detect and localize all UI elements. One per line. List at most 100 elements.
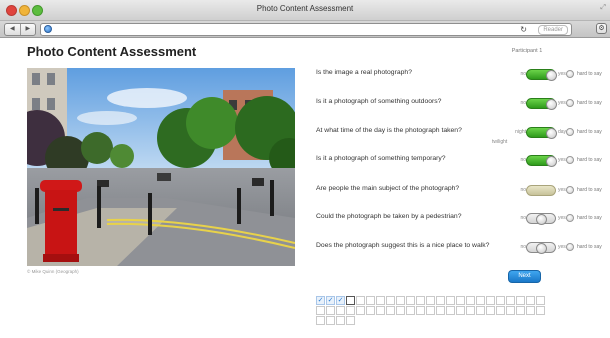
progress-cell bbox=[356, 306, 365, 315]
question-row: Could the photograph be taken by a pedes… bbox=[316, 212, 610, 226]
toggle-knob[interactable] bbox=[546, 70, 557, 81]
window-title: Photo Content Assessment bbox=[256, 4, 354, 13]
progress-cell bbox=[346, 296, 355, 305]
reload-icon[interactable]: ↻ bbox=[520, 24, 527, 35]
progress-cell bbox=[406, 306, 415, 315]
progress-cell bbox=[426, 296, 435, 305]
progress-cell bbox=[456, 306, 465, 315]
hard-to-say-label: hard to say bbox=[577, 187, 602, 193]
nav-buttons: ◀ ▶ bbox=[4, 23, 36, 36]
option-left-label: night bbox=[515, 129, 526, 135]
reader-button[interactable]: Reader bbox=[538, 25, 568, 35]
assessment-photo bbox=[27, 68, 295, 266]
answer-toggle[interactable] bbox=[526, 127, 557, 139]
answer-toggle-group: night day twilight bbox=[492, 126, 566, 145]
hard-to-say-label: hard to say bbox=[577, 157, 602, 163]
toggle-knob[interactable] bbox=[546, 128, 557, 139]
progress-cell bbox=[376, 306, 385, 315]
progress-cell bbox=[336, 306, 345, 315]
question-text: At what time of the day is the photograp… bbox=[316, 127, 462, 134]
question-row: Is it a photograph of something temporar… bbox=[316, 154, 610, 168]
hard-to-say-label: hard to say bbox=[577, 71, 602, 77]
hard-to-say-radio[interactable] bbox=[566, 99, 574, 107]
answer-toggle[interactable] bbox=[526, 242, 556, 254]
toggle-knob[interactable] bbox=[546, 156, 557, 167]
progress-cell bbox=[506, 306, 515, 315]
toggle-knob[interactable] bbox=[536, 243, 547, 254]
progress-cell bbox=[456, 296, 465, 305]
page-title: Photo Content Assessment bbox=[27, 44, 197, 59]
hard-to-say-radio[interactable] bbox=[566, 214, 574, 222]
progress-cell bbox=[476, 306, 485, 315]
answer-toggle[interactable] bbox=[526, 69, 557, 81]
progress-cell bbox=[466, 306, 475, 315]
progress-cell bbox=[536, 296, 545, 305]
photo-credit: © Mike Quinn (Geograph) bbox=[27, 269, 79, 274]
progress-cell bbox=[416, 306, 425, 315]
option-right-label: yes bbox=[558, 187, 566, 193]
progress-cell bbox=[376, 296, 385, 305]
progress-cell bbox=[366, 306, 375, 315]
progress-cell bbox=[356, 296, 365, 305]
progress-cell bbox=[316, 306, 325, 315]
progress-cell bbox=[396, 306, 405, 315]
question-text: Could the photograph be taken by a pedes… bbox=[316, 213, 462, 220]
progress-cell bbox=[486, 296, 495, 305]
progress-cell bbox=[326, 316, 335, 325]
back-button[interactable]: ◀ bbox=[5, 24, 21, 35]
question-text: Does the photograph suggest this is a ni… bbox=[316, 242, 490, 249]
progress-cell bbox=[396, 296, 405, 305]
progress-cell bbox=[426, 306, 435, 315]
progress-cell bbox=[516, 306, 525, 315]
hard-to-say-label: hard to say bbox=[577, 215, 602, 221]
progress-cell bbox=[476, 296, 485, 305]
forward-button[interactable]: ▶ bbox=[21, 24, 36, 35]
progress-cell: ✓ bbox=[316, 296, 325, 305]
progress-cell bbox=[486, 306, 495, 315]
toggle-knob[interactable] bbox=[536, 214, 547, 225]
progress-cell bbox=[326, 306, 335, 315]
answer-toggle-group: no yes bbox=[506, 97, 566, 111]
page-content: Photo Content Assessment Participant 1 ©… bbox=[0, 38, 610, 338]
hard-to-say-radio[interactable] bbox=[566, 70, 574, 78]
answer-toggle-group: no yes bbox=[506, 154, 566, 168]
hard-to-say-radio[interactable] bbox=[566, 128, 574, 136]
option-right-label: yes bbox=[558, 215, 566, 221]
toggle-knob[interactable] bbox=[546, 99, 557, 110]
answer-toggle[interactable] bbox=[526, 185, 556, 196]
question-row: At what time of the day is the photograp… bbox=[316, 126, 610, 145]
option-right-label: yes bbox=[558, 157, 566, 163]
settings-icon[interactable]: ⚙ bbox=[596, 23, 607, 34]
answer-toggle-group: no yes bbox=[506, 68, 566, 82]
answer-toggle[interactable] bbox=[526, 98, 557, 110]
progress-cell bbox=[386, 306, 395, 315]
progress-cell bbox=[466, 296, 475, 305]
answer-toggle-group: no yes bbox=[506, 212, 566, 226]
hard-to-say-radio[interactable] bbox=[566, 243, 574, 251]
progress-cell bbox=[366, 296, 375, 305]
fullscreen-icon[interactable]: ⤢ bbox=[600, 4, 606, 12]
progress-cell bbox=[316, 316, 325, 325]
participant-label: Participant 1 bbox=[511, 48, 543, 54]
option-middle-label: twilight bbox=[492, 139, 508, 145]
progress-cell bbox=[496, 306, 505, 315]
next-button[interactable]: Next bbox=[508, 270, 541, 283]
answer-toggle[interactable] bbox=[526, 213, 556, 225]
question-text: Is it a photograph of something outdoors… bbox=[316, 98, 442, 105]
progress-cell bbox=[336, 316, 345, 325]
answer-toggle-group: no yes bbox=[506, 184, 566, 198]
option-right-label: yes bbox=[558, 100, 566, 106]
progress-cell: ✓ bbox=[336, 296, 345, 305]
progress-cell bbox=[506, 296, 515, 305]
globe-icon bbox=[44, 25, 52, 33]
answer-toggle[interactable] bbox=[526, 155, 557, 167]
hard-to-say-radio[interactable] bbox=[566, 186, 574, 194]
progress-cell bbox=[446, 296, 455, 305]
progress-cell bbox=[526, 296, 535, 305]
address-bar[interactable]: ↻ Reader bbox=[40, 23, 572, 36]
hard-to-say-radio[interactable] bbox=[566, 156, 574, 164]
question-text: Is it a photograph of something temporar… bbox=[316, 155, 446, 162]
progress-cell bbox=[516, 296, 525, 305]
progress-cell: ✓ bbox=[326, 296, 335, 305]
progress-cell bbox=[446, 306, 455, 315]
